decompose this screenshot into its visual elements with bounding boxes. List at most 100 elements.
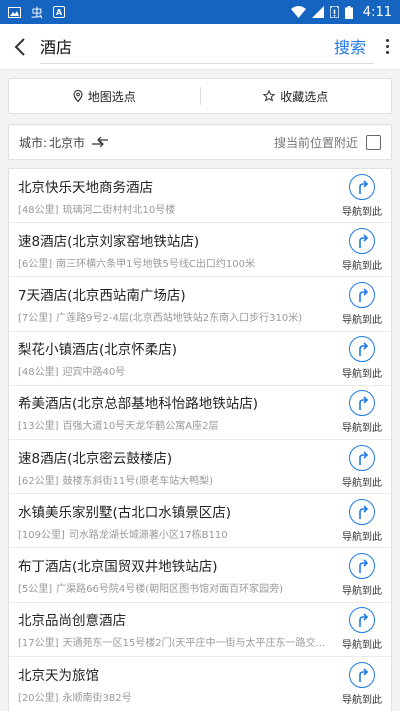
result-text: 北京快乐天地商务酒店 [48公里] 琉璃河二街村村北10号楼: [18, 176, 333, 216]
result-text: 梨花小镇酒店(北京怀柔店) [48公里] 迎宾中路40号: [18, 338, 333, 378]
result-row[interactable]: 7天酒店(北京西站南广场店) [7公里] 广莲路9号2-4层(北京西站地铁站2东南入…: [9, 277, 391, 332]
result-distance: [20公里]: [18, 692, 59, 704]
swap-icon[interactable]: [91, 136, 109, 148]
result-distance: [13公里]: [18, 421, 59, 433]
back-arrow-icon: [14, 37, 25, 56]
result-address-line: [109公里] 司水路龙湖长城源著小区17栋B110: [18, 526, 333, 541]
more-dot-icon: [385, 45, 389, 48]
result-name: 北京快乐天地商务酒店: [18, 179, 153, 196]
navigate-icon: [349, 661, 375, 688]
city-selector[interactable]: 北京市: [49, 134, 85, 151]
nearby-label: 搜当前位置附近: [273, 135, 358, 150]
result-address-line: [48公里] 琉璃河二街村村北10号楼: [18, 201, 333, 216]
result-distance: [5公里]: [18, 583, 53, 595]
favorite-pick-label: 收藏选点: [280, 89, 329, 104]
result-distance: [6公里]: [18, 258, 53, 270]
navigate-button[interactable]: 导航到此: [333, 281, 391, 326]
navigate-button[interactable]: 导航到此: [333, 498, 391, 543]
result-distance: [7公里]: [18, 312, 53, 324]
result-name: 北京品尚创意酒店: [18, 613, 126, 630]
result-address-line: [7公里] 广莲路9号2-4层(北京西站地铁站2东南入口步行310米): [18, 309, 333, 324]
search-button[interactable]: 搜索: [330, 34, 374, 58]
result-name: 水镇美乐家别墅(古北口水镇景区店): [18, 504, 232, 521]
result-address: 广莲路9号2-4层(北京西站地铁站2东南入口步行310米): [56, 312, 303, 324]
app-icon: 虫: [31, 5, 44, 20]
navigate-label: 导航到此: [342, 314, 382, 326]
city-label: 城市:: [19, 135, 48, 150]
result-address-line: [6公里] 南三环横六条甲1号地铁5号线C出口约100米: [18, 255, 333, 270]
result-text: 7天酒店(北京西站南广场店) [7公里] 广莲路9号2-4层(北京西站地铁站2东南入…: [18, 284, 333, 324]
result-name: 速8酒店(北京刘家窑地铁站店): [18, 233, 200, 250]
status-bar: 虫 A 4:11: [0, 0, 400, 24]
navigate-button[interactable]: 导航到此: [333, 173, 391, 218]
navigate-button[interactable]: 导航到此: [333, 390, 391, 434]
result-address-line: [17公里] 天通苑东一区15号楼2门(天平庄中一街与太平庄东一路交...: [18, 634, 333, 649]
result-distance: [48公里]: [18, 367, 59, 379]
result-name: 希美酒店(北京总部基地科怡路地铁站店): [18, 396, 259, 413]
result-name: 布丁酒店(北京国贸双井地铁站店): [18, 558, 218, 575]
navigate-label: 导航到此: [342, 531, 382, 543]
result-text: 北京品尚创意酒店 [17公里] 天通苑东一区15号楼2门(天平庄中一街与太平庄东一路…: [18, 609, 333, 649]
result-name: 北京天为旅馆: [18, 667, 99, 684]
result-text: 北京天为旅馆 [20公里] 永顺南街382号: [18, 664, 333, 704]
search-field: 搜索: [40, 30, 374, 64]
navigate-icon: [349, 173, 375, 200]
result-distance: [62公里]: [18, 475, 59, 487]
result-name: 梨花小镇酒店(北京怀柔店): [18, 342, 178, 359]
result-address: 广渠路66号院4号楼(朝阳区图书馆对面百环家园旁): [56, 583, 284, 595]
result-address: 琉璃河二街村村北10号楼: [62, 204, 176, 216]
a-box-icon: A: [53, 6, 66, 18]
favorite-pick-button[interactable]: 收藏选点: [201, 88, 392, 105]
navigate-icon: [349, 336, 375, 363]
result-distance: [109公里]: [18, 529, 65, 541]
result-text: 速8酒店(北京刘家窑地铁站店) [6公里] 南三环横六条甲1号地铁5号线C出口约10…: [18, 230, 333, 270]
result-name: 7天酒店(北京西站南广场店): [18, 287, 186, 304]
navigate-label: 导航到此: [342, 423, 382, 435]
result-row[interactable]: 布丁酒店(北京国贸双井地铁站店) [5公里] 广渠路66号院4号楼(朝阳区图书馆对面…: [9, 548, 391, 603]
result-address: 鼓楼东斜街11号(原老车站大鸭梨): [62, 475, 214, 487]
result-address: 永顺南街382号: [62, 692, 132, 704]
result-name: 速8酒店(北京密云鼓楼店): [18, 450, 173, 467]
map-pick-button[interactable]: 地图选点: [9, 88, 200, 105]
result-row[interactable]: 北京快乐天地商务酒店 [48公里] 琉璃河二街村村北10号楼 导航到此: [9, 169, 391, 224]
more-dot-icon: [385, 51, 389, 54]
result-address-line: [13公里] 百强大道10号天龙华鹤公寓A座2层: [18, 417, 333, 432]
image-icon: [8, 6, 21, 18]
navigate-icon: [349, 227, 375, 254]
result-address: 天通苑东一区15号楼2门(天平庄中一街与太平庄东一路交...: [62, 638, 326, 650]
result-row[interactable]: 速8酒店(北京密云鼓楼店) [62公里] 鼓楼东斜街11号(原老车站大鸭梨) 导航到此: [9, 440, 391, 495]
result-distance: [48公里]: [18, 204, 59, 216]
map-pick-label: 地图选点: [87, 89, 136, 104]
navigate-button[interactable]: 导航到此: [333, 661, 391, 706]
more-dot-icon: [385, 39, 389, 42]
navigate-icon: [349, 607, 375, 634]
result-text: 希美酒店(北京总部基地科怡路地铁站店) [13公里] 百强大道10号天龙华鹤公寓A座…: [18, 392, 333, 432]
result-row[interactable]: 北京天为旅馆 [20公里] 永顺南街382号 导航到此: [9, 657, 391, 711]
result-row[interactable]: 梨花小镇酒店(北京怀柔店) [48公里] 迎宾中路40号 导航到此: [9, 332, 391, 386]
navigate-label: 导航到此: [342, 206, 382, 218]
navigate-button[interactable]: 导航到此: [333, 336, 391, 380]
result-row[interactable]: 速8酒店(北京刘家窑地铁站店) [6公里] 南三环横六条甲1号地铁5号线C出口约10…: [9, 223, 391, 278]
nearby-checkbox[interactable]: [366, 134, 381, 150]
navigate-button[interactable]: 导航到此: [333, 227, 391, 272]
star-icon: [263, 90, 276, 102]
result-row[interactable]: 希美酒店(北京总部基地科怡路地铁站店) [13公里] 百强大道10号天龙华鹤公寓A座…: [9, 386, 391, 440]
signal-icon: [311, 6, 324, 18]
city-card: 城市: 北京市 搜当前位置附近: [8, 124, 392, 160]
result-address: 百强大道10号天龙华鹤公寓A座2层: [62, 421, 219, 433]
result-row[interactable]: 北京品尚创意酒店 [17公里] 天通苑东一区15号楼2门(天平庄中一街与太平庄东一路…: [9, 603, 391, 657]
result-row[interactable]: 水镇美乐家别墅(古北口水镇景区店) [109公里] 司水路龙湖长城源著小区17栋B1…: [9, 494, 391, 549]
search-input[interactable]: [40, 36, 330, 56]
no-sim-icon: [329, 6, 339, 18]
back-button[interactable]: [0, 24, 40, 70]
navigate-button[interactable]: 导航到此: [333, 607, 391, 651]
result-address: 迎宾中路40号: [62, 367, 126, 379]
navigate-button[interactable]: 导航到此: [333, 444, 391, 489]
result-text: 水镇美乐家别墅(古北口水镇景区店) [109公里] 司水路龙湖长城源著小区17栋B1…: [18, 501, 333, 541]
navigate-label: 导航到此: [342, 640, 382, 652]
navigate-button[interactable]: 导航到此: [333, 552, 391, 597]
more-options-button[interactable]: [374, 24, 400, 70]
nearby-toggle[interactable]: 搜当前位置附近: [274, 134, 381, 151]
result-distance: [17公里]: [18, 638, 59, 650]
battery-icon: [344, 5, 353, 19]
